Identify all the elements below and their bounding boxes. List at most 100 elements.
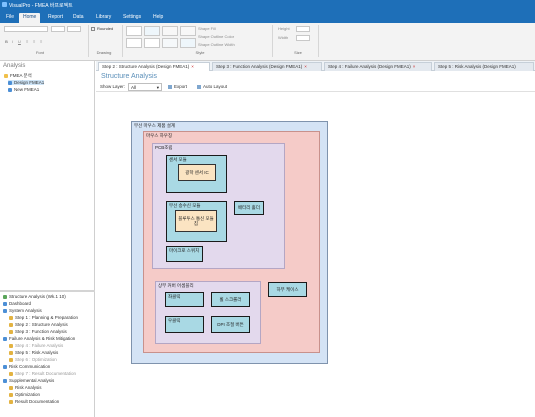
style-swatch[interactable] — [144, 26, 160, 36]
tree-item-label: Design FMEA1 — [14, 80, 45, 85]
step-label: Dashboard — [9, 301, 32, 306]
font-family-select[interactable] — [4, 26, 48, 32]
left-pane-title: Analysis — [3, 63, 26, 69]
step-icon — [9, 357, 13, 362]
tab-file[interactable]: File — [2, 13, 18, 23]
tab-settings[interactable]: Settings — [119, 13, 145, 23]
node-dpi-button[interactable]: DPI 조절 버튼 — [211, 316, 250, 333]
node-label: 무선 송수신 모듈 — [169, 203, 201, 208]
step-label: Step 3 : Function Analysis — [15, 329, 67, 334]
step-item[interactable]: Failure Analysis & Risk Mitigation — [3, 336, 75, 341]
width-input[interactable] — [296, 35, 310, 41]
doc-tab-structure[interactable]: Step 2 : Structure Analysis (Design FMEA… — [98, 62, 210, 71]
drawing-rounded-label[interactable]: Rounded — [97, 26, 113, 31]
step-label: Failure Analysis & Risk Mitigation — [9, 336, 76, 341]
tab-library[interactable]: Library — [92, 13, 115, 23]
align-center-icon[interactable]: ≡ — [33, 39, 35, 44]
step-item[interactable]: Step 7 : Result Documentation — [9, 371, 76, 376]
align-right-icon[interactable]: ≡ — [40, 39, 42, 44]
tree-item[interactable]: Design FMEA1 — [8, 80, 45, 85]
group-font-label: Font — [35, 50, 44, 55]
style-swatch[interactable] — [144, 38, 160, 48]
doc-tab-function[interactable]: Step 3 : Function Analysis (Design FMEA1… — [212, 62, 322, 71]
step-navigator: Structure Analysis (Wk.1 10) Dashboard S… — [0, 293, 95, 417]
tab-help[interactable]: Help — [149, 13, 167, 23]
step-item[interactable]: Dashboard — [3, 301, 31, 306]
step-label: Step 2 : Structure Analysis — [15, 322, 68, 327]
step-item[interactable]: Step 2 : Structure Analysis — [9, 322, 68, 327]
node-bottom-case[interactable]: 하부 케이스 — [268, 282, 307, 297]
style-swatch[interactable] — [180, 26, 196, 36]
node-wheel-scroller[interactable]: 휠 스크롤러 — [211, 292, 250, 307]
node-label: 무선 마우스 제품 설계 — [134, 123, 176, 128]
app-title: VisualPro - FMEA 바프로젝트 — [9, 3, 73, 9]
close-icon[interactable]: × — [413, 64, 416, 69]
step-item[interactable]: System Analysis — [3, 308, 42, 313]
step-item[interactable]: Optimization — [9, 392, 40, 397]
node-top-cover[interactable]: 상부 커버 어셈블리 — [155, 281, 261, 344]
node-sensor-ic[interactable]: 광학 센서 IC — [178, 164, 216, 181]
style-swatch[interactable] — [180, 38, 196, 48]
step-item[interactable]: Step 6 : Optimization — [9, 357, 57, 362]
node-micro-switch[interactable]: 마이크로 스위치 — [166, 246, 203, 262]
underline-icon[interactable]: U — [18, 39, 21, 44]
rectangle-icon[interactable] — [91, 27, 95, 31]
step-item[interactable]: Step 4 : Failure Analysis — [9, 343, 63, 348]
step-item[interactable]: Result Documentation — [9, 399, 59, 404]
doc-tab-failure[interactable]: Step 4 : Failure Analysis (Design FMEA1)… — [324, 62, 432, 71]
doc-tab-risk[interactable]: Step 5 : Risk Analysis (Design FMEA1) — [434, 62, 534, 71]
tree-item[interactable]: New FMEA1 — [8, 87, 39, 92]
style-swatch[interactable] — [126, 38, 142, 48]
step-icon — [9, 329, 13, 334]
export-button[interactable]: Export — [174, 84, 187, 89]
show-layer-select[interactable]: All ▾ — [128, 83, 162, 91]
step-icon — [9, 371, 13, 376]
step-item[interactable]: Risk Analysis — [9, 385, 42, 390]
step-item[interactable]: Step 3 : Function Analysis — [9, 329, 67, 334]
step-item[interactable]: Structure Analysis (Wk.1 10) — [3, 294, 66, 299]
pane-splitter[interactable] — [0, 290, 95, 292]
node-label: 마이크로 스위치 — [169, 248, 200, 253]
style-swatch[interactable] — [126, 26, 142, 36]
align-left-icon[interactable]: ≡ — [26, 39, 28, 44]
node-label: 좌클릭 — [168, 294, 181, 299]
tab-home[interactable]: Home — [19, 13, 41, 23]
tab-data[interactable]: Data — [69, 13, 88, 23]
step-label: Step 7 : Result Documentation — [15, 371, 77, 376]
dashboard-icon — [3, 301, 7, 306]
step-item[interactable]: Step 5 : Risk Analysis — [9, 350, 58, 355]
ribbon: B I U ≡ ≡ ≡ Font Rounded Drawing Shape F… — [0, 23, 535, 61]
system-icon — [3, 308, 7, 313]
style-swatch[interactable] — [162, 26, 178, 36]
step-icon — [9, 392, 13, 397]
step-item[interactable]: Step 1 : Planning & Preparation — [9, 315, 78, 320]
node-right-click[interactable]: 우클릭 — [165, 316, 204, 333]
auto-layout-button[interactable]: Auto Layout — [203, 84, 227, 89]
close-icon[interactable]: × — [304, 64, 307, 69]
font-size-select[interactable] — [51, 26, 65, 32]
tab-report[interactable]: Report — [44, 13, 67, 23]
step-item[interactable]: Risk Communication — [3, 364, 50, 369]
title-bar: VisualPro - FMEA 바프로젝트 — [0, 0, 535, 10]
style-swatch[interactable] — [162, 38, 178, 48]
height-input[interactable] — [296, 26, 310, 32]
shape-fill-button[interactable]: Shape Fill — [198, 26, 216, 31]
page-title: Structure Analysis — [101, 73, 158, 80]
node-label: DPI 조절 버튼 — [217, 321, 244, 327]
node-bt-chip[interactable]: 블루투스 통신 모듈 칩 — [175, 210, 217, 232]
step-item[interactable]: Supplemental Analysis — [3, 378, 54, 383]
shape-outline-color-button[interactable]: Shape Outline Color — [198, 34, 234, 39]
step-label: Structure Analysis (Wk.1 10) — [9, 294, 66, 299]
step-label: Supplemental Analysis — [9, 378, 55, 383]
node-left-click[interactable]: 좌클릭 — [165, 292, 204, 307]
node-battery-holder[interactable]: 배터리 홀더 — [234, 201, 264, 215]
node-label: 우클릭 — [168, 318, 181, 323]
font-grow-button[interactable] — [67, 26, 81, 32]
node-label: 마우스 하우징 — [146, 133, 173, 138]
shape-outline-width-button[interactable]: Shape Outline Width — [198, 42, 235, 47]
bold-icon[interactable]: B — [5, 39, 8, 44]
close-icon[interactable]: × — [191, 64, 194, 69]
italic-icon[interactable]: I — [12, 39, 13, 44]
node-label: 상부 커버 어셈블리 — [158, 283, 194, 288]
tree-item[interactable]: FMEA 분석 — [4, 73, 32, 79]
